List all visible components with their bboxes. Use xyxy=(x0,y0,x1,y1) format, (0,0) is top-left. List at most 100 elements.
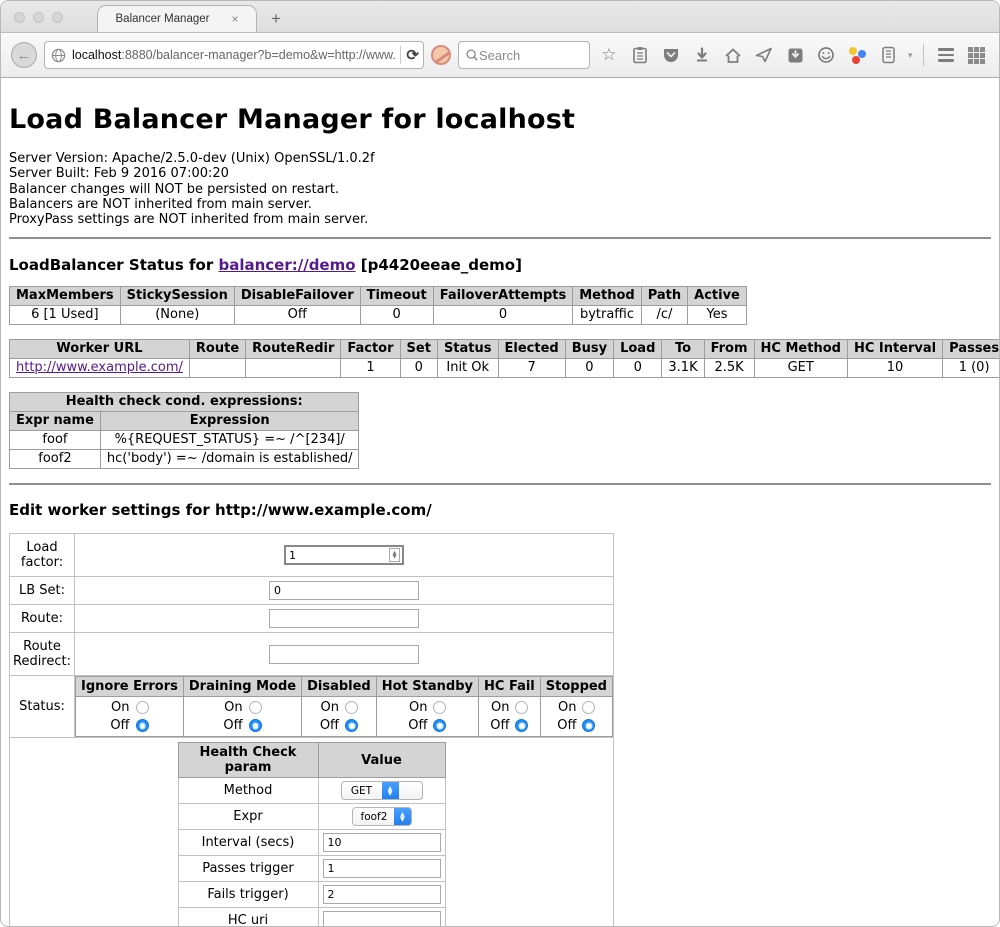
column-header: Route xyxy=(189,340,245,359)
expr-selected-value: foof2 xyxy=(353,811,395,823)
disabled-on-radio[interactable] xyxy=(345,701,358,714)
load-factor-input[interactable]: 1 ▲▼ xyxy=(284,545,404,565)
select-arrows-icon: ▲▼ xyxy=(382,781,399,800)
status-column-header: Hot Standby xyxy=(376,677,478,697)
load-factor-value: 1 xyxy=(286,549,389,562)
health-check-param-table: Health Check param Value Method GET ▲▼ xyxy=(178,742,446,927)
worker-status-table: Worker URL Route RouteRedir Factor Set S… xyxy=(9,339,1000,378)
grid-extension-icon[interactable] xyxy=(965,43,989,67)
status-table: Ignore Errors Draining Mode Disabled Hot… xyxy=(75,676,613,737)
tab-close-icon[interactable]: × xyxy=(231,12,238,26)
ignore-errors-on-radio[interactable] xyxy=(136,701,149,714)
draining-mode-on-radio[interactable] xyxy=(249,701,262,714)
column-header: Status xyxy=(437,340,498,359)
heading-prefix: LoadBalancer Status for xyxy=(9,256,213,274)
method-label: Method xyxy=(178,778,318,804)
number-stepper-icon[interactable]: ▲▼ xyxy=(389,548,400,562)
on-label: On xyxy=(490,700,509,715)
balancer-status-heading: LoadBalancer Status for balancer://demo … xyxy=(9,256,991,274)
column-header: Expr name xyxy=(10,412,101,431)
table-cell: 1 xyxy=(341,359,400,378)
column-header: Factor xyxy=(341,340,400,359)
method-select[interactable]: GET ▲▼ xyxy=(341,781,423,800)
server-info-line: Server Built: Feb 9 2016 07:00:20 xyxy=(9,166,991,181)
home-icon[interactable] xyxy=(721,43,745,67)
hot-standby-off-radio[interactable] xyxy=(433,719,446,732)
expr-select[interactable]: foof2 ▲▼ xyxy=(352,807,412,826)
menu-icon[interactable] xyxy=(934,43,958,67)
pocket-icon[interactable] xyxy=(659,43,683,67)
stopped-on-radio[interactable] xyxy=(582,701,595,714)
url-text[interactable]: localhost:8880/balancer-manager?b=demo&w… xyxy=(72,48,395,62)
hc-fail-off-radio[interactable] xyxy=(515,719,528,732)
search-bar[interactable] xyxy=(458,41,590,69)
table-cell: 0 xyxy=(565,359,613,378)
status-column-header: HC Fail xyxy=(479,677,541,697)
disabled-off-radio[interactable] xyxy=(345,719,358,732)
method-selected-value: GET xyxy=(342,785,382,797)
select-arrows-icon: ▲▼ xyxy=(394,807,410,826)
navigation-toolbar: ← localhost:8880/balancer-manager?b=demo… xyxy=(1,32,999,78)
worker-settings-form: Load factor: 1 ▲▼ LB Set: Route: xyxy=(9,533,614,927)
table-cell xyxy=(246,359,341,378)
column-header: To xyxy=(662,340,704,359)
passes-input[interactable] xyxy=(323,859,441,878)
hc-expressions-table: Health check cond. expressions: Expr nam… xyxy=(9,392,359,469)
lb-set-input[interactable] xyxy=(269,581,419,600)
on-label: On xyxy=(110,700,129,715)
expression-cell: hc('body') =~ /domain is established/ xyxy=(100,450,359,469)
hc-uri-input[interactable] xyxy=(323,911,441,927)
server-info-line: Balancer changes will NOT be persisted o… xyxy=(9,182,991,197)
expr-name-cell: foof xyxy=(10,431,101,450)
notes-extension-icon[interactable] xyxy=(876,43,900,67)
lb-set-label: LB Set: xyxy=(10,577,75,605)
divider xyxy=(9,237,991,239)
url-bar[interactable]: localhost:8880/balancer-manager?b=demo&w… xyxy=(44,41,424,69)
clipboard-icon[interactable] xyxy=(628,43,652,67)
close-window-button[interactable] xyxy=(14,12,25,23)
status-column-header: Stopped xyxy=(540,677,612,697)
zoom-window-button[interactable] xyxy=(52,12,63,23)
reload-icon[interactable]: ⟳ xyxy=(406,46,419,64)
bookmark-star-icon[interactable]: ☆ xyxy=(597,43,621,67)
search-input[interactable] xyxy=(479,48,564,63)
adblock-icon[interactable] xyxy=(431,45,451,65)
passes-label: Passes trigger xyxy=(178,856,318,882)
route-input[interactable] xyxy=(269,609,419,628)
overflow-caret-icon[interactable]: ▾ xyxy=(908,50,913,61)
load-factor-label: Load factor: xyxy=(10,534,75,577)
downloads-icon[interactable] xyxy=(690,43,714,67)
expr-name-cell: foof2 xyxy=(10,450,101,469)
balancer-demo-link[interactable]: balancer://demo xyxy=(218,256,355,274)
tab-balancer-manager[interactable]: Balancer Manager × xyxy=(97,5,257,32)
table-cell: bytraffic xyxy=(573,306,641,325)
route-redirect-input[interactable] xyxy=(269,645,419,664)
stopped-off-radio[interactable] xyxy=(582,719,595,732)
search-icon xyxy=(465,48,479,62)
off-label: Off xyxy=(320,718,339,733)
box-download-icon[interactable] xyxy=(783,43,807,67)
table-cell: 3.1K xyxy=(662,359,704,378)
column-header: Load xyxy=(614,340,662,359)
column-header: DisableFailover xyxy=(234,287,360,306)
hc-fail-on-radio[interactable] xyxy=(515,701,528,714)
new-tab-button[interactable]: + xyxy=(271,9,281,29)
worker-url-link[interactable]: http://www.example.com/ xyxy=(16,360,183,375)
back-button[interactable]: ← xyxy=(11,42,37,68)
column-header: FailoverAttempts xyxy=(433,287,573,306)
hc-uri-label: HC uri xyxy=(178,908,318,927)
draining-mode-off-radio[interactable] xyxy=(249,719,262,732)
hot-standby-on-radio[interactable] xyxy=(433,701,446,714)
colored-dots-extension-icon[interactable] xyxy=(845,43,869,67)
edit-worker-heading: Edit worker settings for http://www.exam… xyxy=(9,501,991,519)
ignore-errors-off-radio[interactable] xyxy=(136,719,149,732)
fails-input[interactable] xyxy=(323,885,441,904)
smiley-icon[interactable] xyxy=(814,43,838,67)
column-header: Expression xyxy=(100,412,359,431)
form-row-route-redirect: Route Redirect: xyxy=(10,633,614,676)
url-divider xyxy=(400,46,401,64)
minimize-window-button[interactable] xyxy=(33,12,44,23)
send-icon[interactable] xyxy=(752,43,776,67)
column-header: Path xyxy=(641,287,687,306)
interval-input[interactable] xyxy=(323,833,441,852)
